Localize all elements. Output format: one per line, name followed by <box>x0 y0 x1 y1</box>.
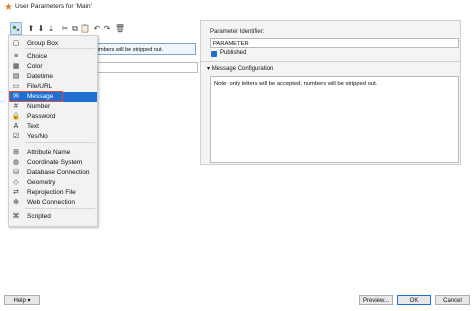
identifier-input[interactable]: PARAMETER <box>210 38 459 48</box>
menu-item-coordinate-system[interactable]: ◍ Coordinate System <box>9 158 97 168</box>
section-divider <box>201 61 460 62</box>
menu-item-geometry[interactable]: ◇ Geometry <box>9 178 97 188</box>
chevron-down-icon: ▾ <box>27 298 31 304</box>
menu-item-database-connection[interactable]: ⛁ Database Connection <box>9 168 97 178</box>
delete-icon[interactable]: 🗑 <box>115 23 125 34</box>
copy-icon[interactable]: ⧉ <box>70 23 80 34</box>
add-parameter-icon[interactable] <box>10 22 22 35</box>
menu-separator <box>25 48 95 49</box>
menu-item-web-connection[interactable]: ⊕ Web Connection <box>9 198 97 208</box>
cut-icon[interactable]: ✂ <box>60 23 70 34</box>
document-icon: ▭ <box>12 83 20 90</box>
menu-item-label: Coordinate System <box>27 159 83 166</box>
menu-item-label: Attribute Name <box>27 149 71 156</box>
checkbox-icon: ☑ <box>12 133 20 140</box>
menu-item-label: Choice <box>27 53 48 60</box>
menu-item-label: Number <box>27 103 51 110</box>
selection-highlight-box <box>9 91 63 102</box>
reprojection-icon: ⇄ <box>13 189 19 196</box>
move-down-icon[interactable]: ⬇ <box>36 23 46 34</box>
menu-item-label: Color <box>27 63 43 70</box>
menu-item-label: Geometry <box>27 179 56 186</box>
menu-item-password[interactable]: 🔒 Password <box>9 112 97 122</box>
ok-button[interactable]: OK <box>397 295 431 305</box>
message-configuration-header[interactable]: ▾ Message Configuration <box>207 65 273 72</box>
menu-item-yes-no[interactable]: ☑ Yes/No <box>9 132 97 142</box>
menu-item-choice[interactable]: ≡ Choice <box>9 52 97 62</box>
script-icon: ⌘ <box>12 213 20 220</box>
window-title: User Parameters for 'Main' <box>15 3 92 10</box>
globe-icon: ◍ <box>12 159 20 166</box>
app-icon <box>4 2 13 11</box>
move-up-icon[interactable]: ⬆ <box>26 23 36 34</box>
message-textarea[interactable]: Note: only letters will be accepted, num… <box>210 76 459 163</box>
palette-icon: ▦ <box>12 63 20 70</box>
menu-item-label: Scripted <box>27 213 51 220</box>
window-titlebar: User Parameters for 'Main' <box>0 0 474 14</box>
menu-item-number[interactable]: # Number <box>9 102 97 112</box>
menu-item-datetime[interactable]: ▤ Datetime <box>9 72 97 82</box>
database-icon: ⛁ <box>13 169 19 176</box>
text-icon: A <box>13 123 19 130</box>
help-button[interactable]: Help ▾ <box>4 295 40 305</box>
move-bottom-icon[interactable]: ⤓ <box>46 23 56 34</box>
menu-item-label: Reprojection File <box>27 189 76 196</box>
insert-parameter-menu: ▢ Group Box ≡ Choice ▦ Color ▤ Datetime ▭ File/UR… <box>8 35 98 227</box>
section-title: Message Configuration <box>211 66 274 72</box>
list-icon: ≡ <box>13 53 19 60</box>
paste-icon[interactable]: 📋 <box>80 23 90 34</box>
geometry-icon: ◇ <box>13 179 19 186</box>
published-label: Published <box>220 50 247 56</box>
menu-item-label: Yes/No <box>27 133 48 140</box>
menu-item-attribute-name[interactable]: ⊞ Attribute Name <box>9 148 97 158</box>
menu-item-scripted[interactable]: ⌘ Scripted <box>9 212 97 222</box>
menu-item-text[interactable]: A Text <box>9 122 97 132</box>
attribute-icon: ⊞ <box>13 149 19 156</box>
hash-icon: # <box>14 103 18 110</box>
preview-button[interactable]: Preview... <box>359 295 393 305</box>
group-box-icon: ▢ <box>12 40 20 47</box>
menu-item-label: Database Connection <box>27 169 90 176</box>
menu-item-color[interactable]: ▦ Color <box>9 62 97 72</box>
cancel-button[interactable]: Cancel <box>435 295 470 305</box>
menu-separator <box>25 208 95 209</box>
help-label: Help <box>13 298 26 304</box>
menu-item-label: Datetime <box>27 73 54 80</box>
menu-item-reprojection-file[interactable]: ⇄ Reprojection File <box>9 188 97 198</box>
dialog-button-bar: Help ▾ Preview... OK Cancel <box>0 291 474 311</box>
lock-icon: 🔒 <box>11 113 21 120</box>
published-checkbox[interactable] <box>211 51 217 57</box>
chevron-down-icon: ▾ <box>207 66 211 72</box>
identifier-label: Parameter Identifier: <box>210 29 265 35</box>
redo-icon[interactable]: ↷ <box>102 23 112 34</box>
menu-item-label: Text <box>27 123 39 130</box>
toolbar: ⬆ ⬇ ⤓ ✂ ⧉ 📋 ↶ ↷ 🗑 <box>10 22 140 36</box>
undo-icon[interactable]: ↶ <box>92 23 102 34</box>
calendar-icon: ▤ <box>12 73 20 80</box>
parameter-tree-field[interactable] <box>96 62 198 73</box>
parameter-tree-row[interactable]: numbers will be stripped out. <box>88 43 196 55</box>
menu-separator <box>25 142 95 143</box>
parameter-properties-panel: Parameter Identifier: PARAMETER Publishe… <box>200 20 461 165</box>
menu-item-label: Password <box>27 113 56 120</box>
menu-item-label: Web Connection <box>27 199 75 206</box>
web-icon: ⊕ <box>13 199 19 206</box>
